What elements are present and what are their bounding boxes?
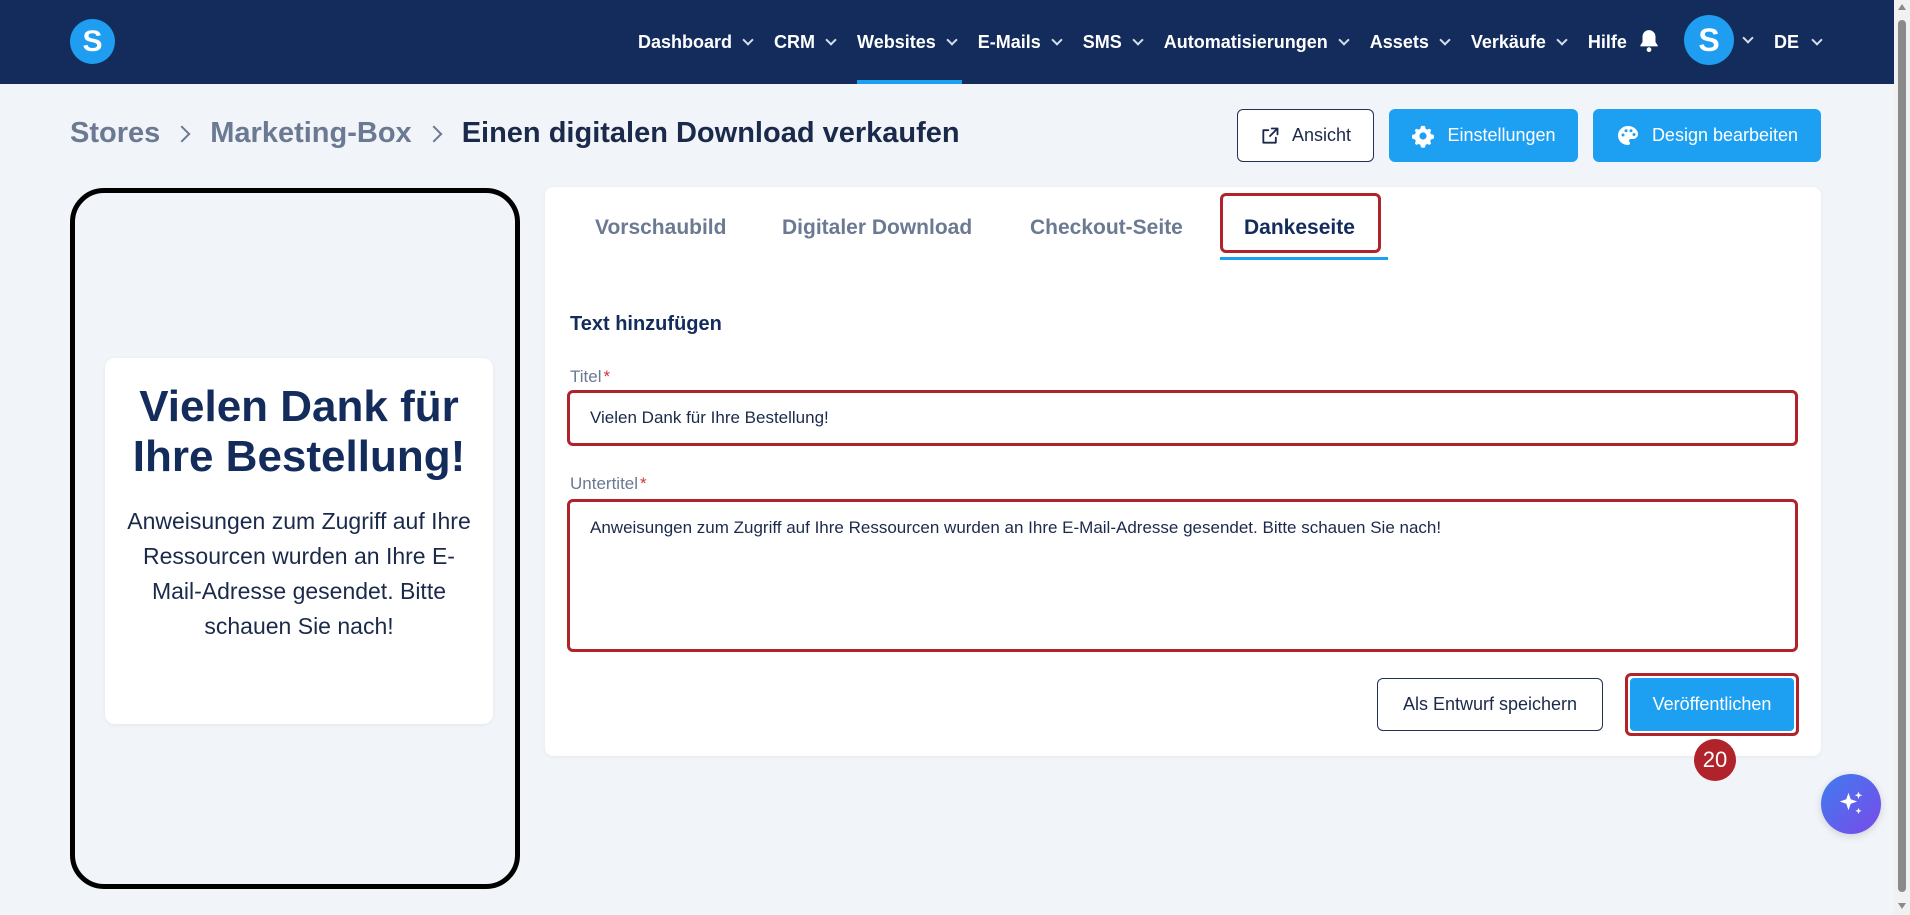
preview-subtitle: Anweisungen zum Zugriff auf Ihre Ressour… <box>127 508 471 639</box>
preview-card: Vielen Dank für Ihre Bestellung! Anweisu… <box>105 358 493 724</box>
view-button[interactable]: Ansicht <box>1237 109 1374 162</box>
editor-card: Vorschaubild Digitaler Download Checkout… <box>545 187 1821 756</box>
step-number-badge: 20 <box>1694 739 1736 781</box>
scrollbar-thumb[interactable] <box>1898 20 1906 892</box>
palette-icon <box>1617 125 1638 145</box>
active-tab-indicator <box>1220 257 1388 260</box>
nav-item-automatisierungen[interactable]: Automatisierungen <box>1164 0 1350 84</box>
bell-icon[interactable] <box>1636 28 1662 54</box>
required-mark: * <box>640 474 647 493</box>
edit-design-button[interactable]: Design bearbeiten <box>1593 109 1821 162</box>
chevron-down-icon <box>1132 33 1144 46</box>
save-draft-button-label: Als Entwurf speichern <box>1402 694 1578 714</box>
publish-highlight-frame: Veröffentlichen <box>1625 673 1799 736</box>
tab-vorschaubild[interactable]: Vorschaubild <box>595 216 726 240</box>
nav-item-sms[interactable]: SMS <box>1083 0 1144 84</box>
chevron-down-icon <box>1051 33 1063 46</box>
breadcrumb: Stores Marketing-Box Einen digitalen Dow… <box>70 117 960 150</box>
scroll-up-arrow-icon[interactable] <box>1898 4 1906 10</box>
scroll-down-arrow-icon[interactable] <box>1898 903 1906 909</box>
required-mark: * <box>603 367 611 386</box>
tab-checkout-seite[interactable]: Checkout-Seite <box>1030 216 1183 240</box>
breadcrumb-marketing-box[interactable]: Marketing-Box <box>210 117 411 150</box>
publish-button[interactable]: Veröffentlichen <box>1630 678 1794 731</box>
chevron-down-icon <box>1338 33 1350 46</box>
settings-button[interactable]: Einstellungen <box>1389 109 1578 162</box>
page-title: Einen digitalen Download verkaufen <box>461 117 960 149</box>
subtitle-field-label: Untertitel * <box>570 474 647 493</box>
section-title: Text hinzufügen <box>570 313 722 335</box>
chevron-right-icon <box>173 125 191 142</box>
top-navbar: S Dashboard CRM Websites E-Mails SMS Aut… <box>0 0 1910 84</box>
tab-digitaler-download[interactable]: Digitaler Download <box>782 216 972 240</box>
chevron-right-icon <box>425 125 443 142</box>
title-input-value: Vielen Dank für Ihre Bestellung! <box>590 408 829 427</box>
nav-item-verkaeufe[interactable]: Verkäufe <box>1471 0 1568 84</box>
ai-assistant-button[interactable] <box>1821 774 1881 834</box>
title-input[interactable]: Vielen Dank für Ihre Bestellung! <box>567 390 1798 446</box>
subtitle-textarea[interactable]: Anweisungen zum Zugriff auf Ihre Ressour… <box>567 499 1798 652</box>
nav-item-assets[interactable]: Assets <box>1370 0 1451 84</box>
user-avatar[interactable]: S <box>1684 15 1734 65</box>
nav-item-hilfe[interactable]: Hilfe <box>1588 0 1627 84</box>
breadcrumb-stores[interactable]: Stores <box>70 117 160 150</box>
nav-item-crm[interactable]: CRM <box>774 0 837 84</box>
edit-design-button-label: Design bearbeiten <box>1651 125 1799 145</box>
chevron-down-icon <box>1811 33 1823 46</box>
avatar-letter: S <box>1698 21 1720 58</box>
brand-logo-letter: S <box>82 24 103 58</box>
nav-item-emails[interactable]: E-Mails <box>978 0 1063 84</box>
nav-item-websites[interactable]: Websites <box>857 0 962 84</box>
chevron-down-icon <box>946 33 958 46</box>
sparkle-icon <box>1839 791 1863 814</box>
save-draft-button[interactable]: Als Entwurf speichern <box>1377 678 1603 731</box>
external-link-icon <box>1262 127 1279 144</box>
page-scrollbar[interactable] <box>1894 0 1910 915</box>
chevron-down-icon <box>1439 33 1451 46</box>
main-nav: Dashboard CRM Websites E-Mails SMS Autom… <box>638 0 1651 84</box>
language-label: DE <box>1774 31 1800 52</box>
view-button-label: Ansicht <box>1291 125 1352 145</box>
phone-preview-frame: Vielen Dank für Ihre Bestellung! Anweisu… <box>70 188 520 889</box>
chevron-down-icon <box>1556 33 1568 46</box>
settings-button-label: Einstellungen <box>1447 125 1556 145</box>
gear-icon <box>1412 125 1435 148</box>
subtitle-textarea-value: Anweisungen zum Zugriff auf Ihre Ressour… <box>590 518 1442 537</box>
title-field-label: Titel * <box>570 367 611 386</box>
nav-item-dashboard[interactable]: Dashboard <box>638 0 754 84</box>
chevron-down-icon <box>742 33 754 46</box>
preview-title: Vielen Dank für Ihre Bestellung! <box>132 382 466 481</box>
publish-button-label: Veröffentlichen <box>1652 694 1772 714</box>
chevron-down-icon <box>825 33 837 46</box>
tab-highlight-frame <box>1220 193 1381 253</box>
brand-logo[interactable]: S <box>70 19 115 64</box>
language-selector[interactable]: DE <box>1774 0 1823 84</box>
chevron-down-icon[interactable] <box>1742 32 1754 44</box>
